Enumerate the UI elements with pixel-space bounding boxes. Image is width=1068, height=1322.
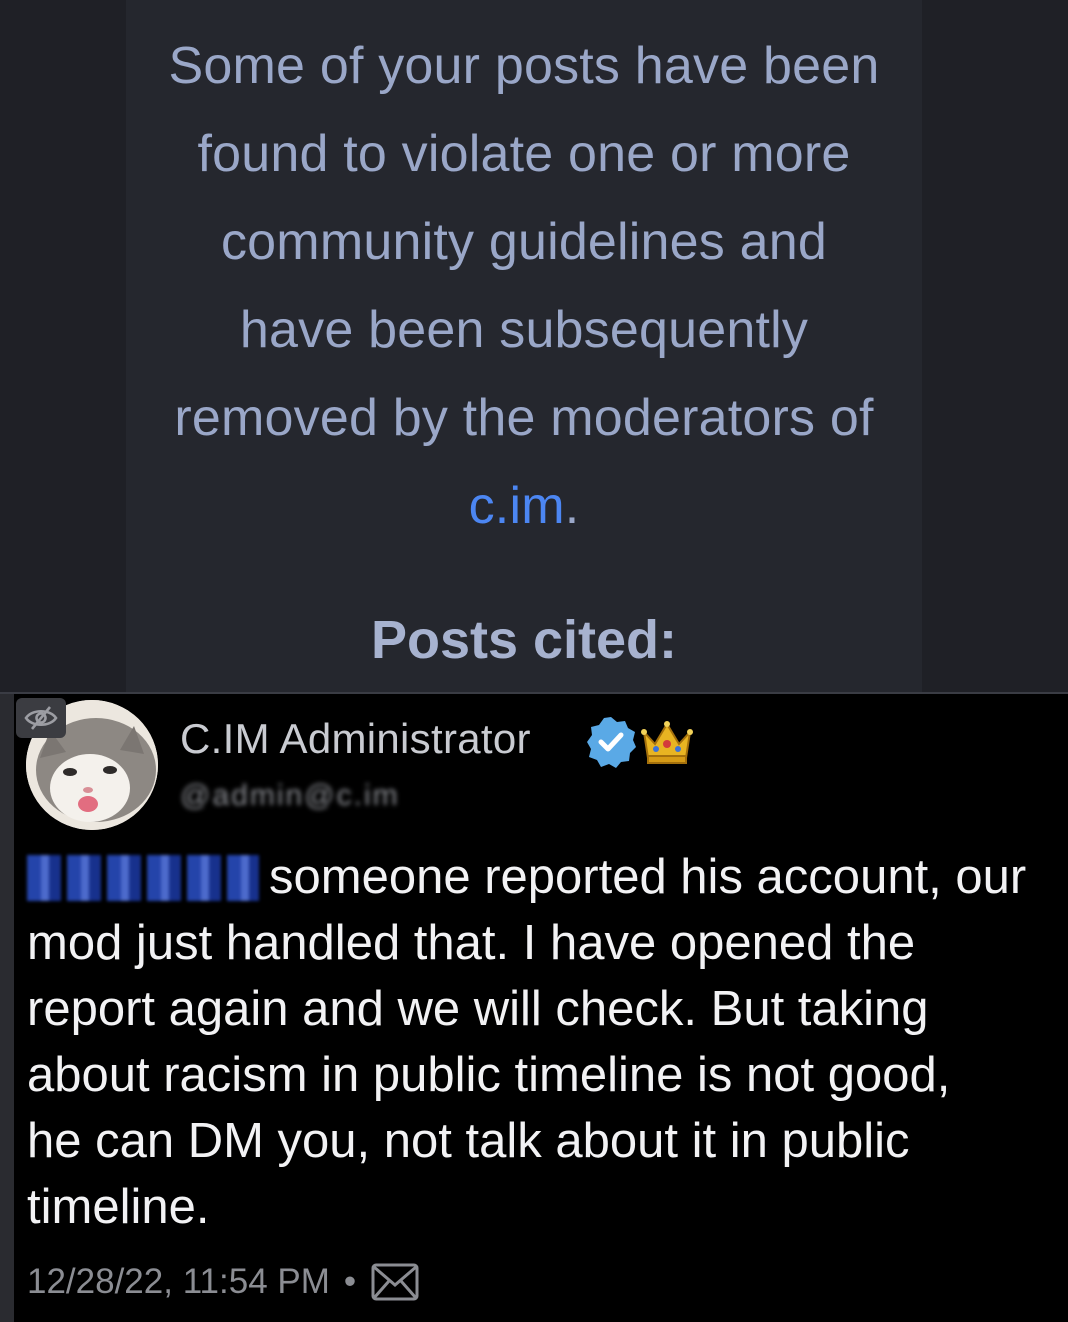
post-line: mod just handled that. I have opened the [27,916,916,970]
notice-message: Some of your posts have been found to vi… [126,22,922,550]
post-line: timeline. [27,1180,210,1234]
separator: • [343,1262,357,1301]
envelope-icon [371,1263,419,1301]
notice-line: found to violate one or more [197,125,851,183]
notice-line: Some of your posts have been [168,37,880,95]
notice-line: community guidelines and [220,213,828,271]
post-line: report again and we will check. But taki… [27,982,929,1036]
verified-badge-icon [587,717,636,768]
post-line: he can DM you, not talk about it in publ… [27,1114,910,1168]
post-text: someone reported his account, our [269,850,1027,904]
crown-icon [641,721,693,764]
notice-line: have been subsequently [239,301,809,359]
eye-slash-icon [24,706,58,730]
instance-link[interactable]: c.im [469,477,565,535]
post-line: someone reported his account, our [27,844,1068,910]
post-footer: 12/28/22, 11:54 PM • [27,1260,420,1304]
mention-link[interactable] [27,855,259,901]
post-timestamp[interactable]: 12/28/22, 11:54 PM [27,1260,330,1304]
link-suffix: . [564,477,580,535]
notice-link-line: c.im. [126,462,922,550]
post-left-border [0,694,14,1322]
posts-cited-heading: Posts cited: [370,610,678,670]
author-handle[interactable]: @admin@c.im [180,780,440,812]
cited-post: C.IM Administrator @admin@c.im someone r… [0,694,1068,1322]
hide-media-button[interactable] [16,698,66,738]
post-content: someone reported his account, our mod ju… [27,844,1068,1240]
author-name[interactable]: C.IM Administrator [180,712,531,766]
notice-line: removed by the moderators of [174,389,874,447]
post-line: about racism in public timeline is not g… [27,1048,951,1102]
